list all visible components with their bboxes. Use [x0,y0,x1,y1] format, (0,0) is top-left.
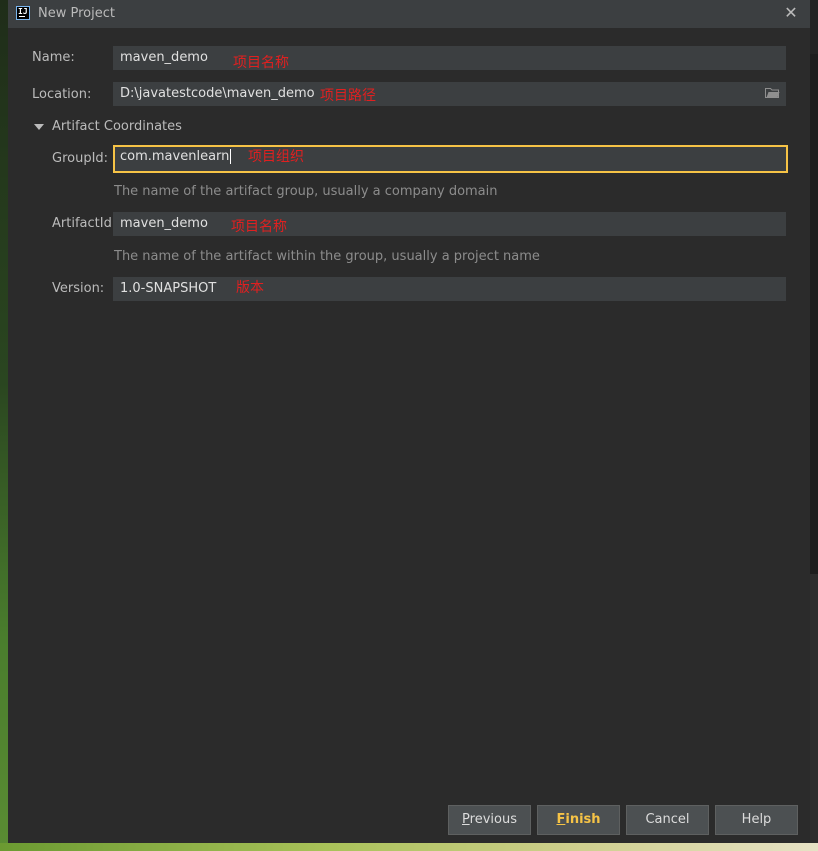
version-field[interactable]: 1.0-SNAPSHOT [113,277,786,301]
cancel-label: Cancel [645,812,690,827]
finish-button[interactable]: Finish [537,805,620,835]
cancel-button[interactable]: Cancel [626,805,709,835]
triangle-down-icon [34,123,44,130]
version-annotation: 版本 [236,280,264,296]
text-caret [230,149,232,164]
artifact-coordinates-label: Artifact Coordinates [52,119,182,134]
help-button[interactable]: Help [715,805,798,835]
location-annotation: 项目路径 [320,88,376,104]
desktop-left-edge [0,0,8,851]
window-title: New Project [38,6,115,21]
artifactid-label: ArtifactId: [52,216,117,231]
artifact-coordinates-toggle[interactable]: Artifact Coordinates [34,119,182,134]
artifactid-field[interactable]: maven_demo [113,212,786,236]
artifactid-hint: The name of the artifact within the grou… [114,249,540,264]
version-value: 1.0-SNAPSHOT [120,281,217,296]
groupid-hint: The name of the artifact group, usually … [114,184,498,199]
help-label: Help [741,812,772,827]
app-icon-text: IJ [18,7,28,16]
artifactid-value: maven_demo [120,216,208,231]
name-value: maven_demo [120,50,208,65]
title-bar: IJ New Project ✕ [8,0,810,28]
previous-button[interactable]: Previous [448,805,531,835]
folder-icon[interactable] [765,87,780,99]
previous-label: revious [469,812,517,827]
location-value: D:\javatestcode\maven_demo [120,86,315,101]
close-icon[interactable]: ✕ [782,4,800,22]
new-project-dialog: IJ New Project ✕ Name: maven_demo 项目名称 L… [8,0,810,843]
location-label: Location: [32,87,92,102]
previous-mnemonic: P [462,812,470,827]
name-field[interactable]: maven_demo [113,46,786,70]
version-label: Version: [52,281,105,296]
intellij-app-icon: IJ [16,6,30,20]
desktop-right-edge [810,0,818,851]
desktop-bottom-edge [0,843,818,851]
name-label: Name: [32,50,75,65]
groupid-field[interactable]: com.mavenlearn [113,145,788,173]
groupid-label: GroupId: [52,151,109,166]
groupid-annotation: 项目组织 [248,149,304,165]
groupid-value: com.mavenlearn [120,149,230,164]
finish-label: inish [565,812,601,827]
artifactid-annotation: 项目名称 [231,219,287,235]
location-field[interactable]: D:\javatestcode\maven_demo [113,82,786,106]
name-annotation: 项目名称 [233,55,289,71]
